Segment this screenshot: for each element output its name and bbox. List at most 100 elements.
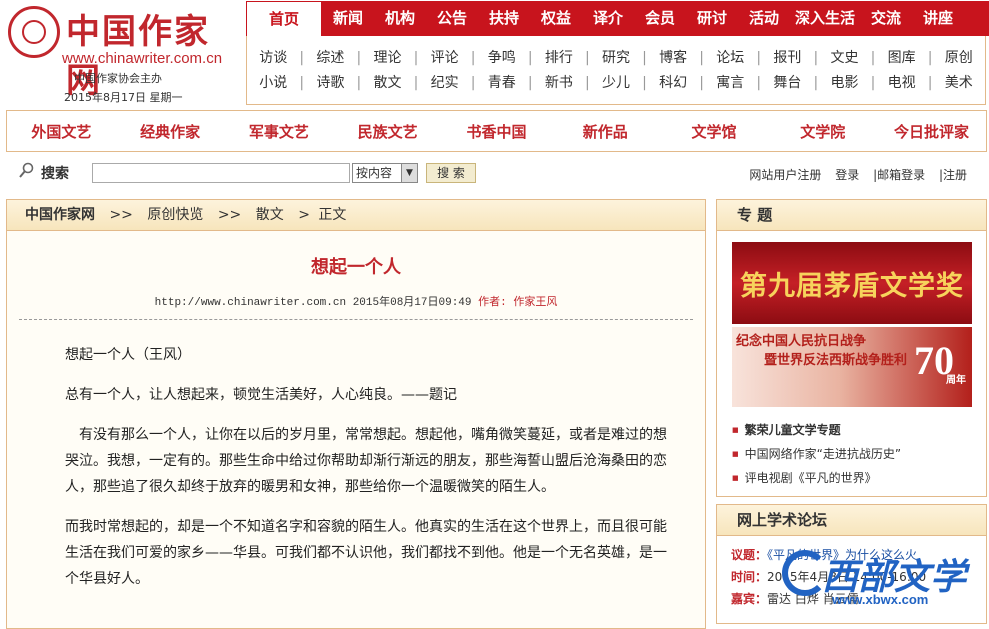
- search-label: 搜索: [41, 166, 69, 182]
- breadcrumb-separator: >: [298, 207, 310, 223]
- subnav-item[interactable]: 散文: [361, 71, 413, 95]
- user-links: 网站用户注册 登录 |邮箱登录 |注册: [739, 166, 967, 183]
- subnav-item[interactable]: 综述: [304, 46, 356, 70]
- nav-item[interactable]: 会员: [634, 1, 686, 36]
- article-body: 想起一个人（王风） 总有一个人，让人想起来，顿觉生活美好，人心纯良。——题记 有…: [7, 320, 705, 592]
- subnav-item[interactable]: 科幻: [647, 71, 699, 95]
- nav-item[interactable]: 首页: [246, 1, 322, 36]
- article-paragraph: 而我时常想起的，却是一个不知道名字和容貌的陌生人。他真实的生活在这个世界上，而且…: [65, 519, 667, 587]
- subnav-item[interactable]: 图库: [875, 46, 927, 70]
- article-panel: 中国作家网 >> 原创快览 >> 散文 > 正文 想起一个人 http://ww…: [6, 199, 706, 629]
- signup-link[interactable]: |注册: [939, 168, 967, 182]
- search-input[interactable]: [92, 163, 350, 183]
- anniversary-banner[interactable]: 纪念中国人民抗日战争 暨世界反法西斯战争胜利 70 周年: [732, 327, 972, 407]
- subnav-item[interactable]: 电影: [818, 71, 870, 95]
- logo-host: 中国作家协会主办: [74, 72, 162, 85]
- channel-item[interactable]: 军事文艺: [225, 121, 334, 142]
- channel-item[interactable]: 外国文艺: [7, 121, 116, 142]
- site-logo[interactable]: 中国作家网 www.chinawriter.com.cn 中国作家协会主办 20…: [6, 4, 242, 104]
- subnav-item[interactable]: 论坛: [704, 46, 756, 70]
- subnav-item[interactable]: 青春: [476, 71, 528, 95]
- mao-dun-award-banner[interactable]: 第九届茅盾文学奖: [732, 242, 972, 324]
- channel-item[interactable]: 新作品: [551, 121, 660, 142]
- site-header: 中国作家网 www.chinawriter.com.cn 中国作家协会主办 20…: [0, 0, 989, 108]
- subnav-item[interactable]: 纪实: [418, 71, 470, 95]
- topic-link[interactable]: 中国网络作家“走进抗战历史”: [732, 442, 901, 466]
- channel-item[interactable]: 文学院: [768, 121, 877, 142]
- subnav-item[interactable]: 报刊: [761, 46, 813, 70]
- forum-box-title: 网上学术论坛: [717, 505, 986, 536]
- banner-line: 暨世界反法西斯战争胜利: [764, 353, 908, 368]
- banner-suffix: 周年: [946, 375, 966, 386]
- subnav-item[interactable]: 博客: [647, 46, 699, 70]
- breadcrumb-original[interactable]: 原创快览: [147, 207, 203, 223]
- subnav-item[interactable]: 小说: [247, 71, 299, 95]
- topic-link[interactable]: 繁荣儿童文学专题: [732, 418, 901, 442]
- article-paragraph: 想起一个人（王风）: [65, 347, 191, 363]
- subnav-item[interactable]: 争鸣: [476, 46, 528, 70]
- chevron-down-icon: ▼: [401, 164, 417, 182]
- topic-links: 繁荣儿童文学专题中国网络作家“走进抗战历史”评电视剧《平凡的世界》: [732, 418, 901, 490]
- channel-item[interactable]: 民族文艺: [333, 121, 442, 142]
- article-author[interactable]: 作者: 作家王风: [478, 297, 557, 309]
- login-link[interactable]: 登录: [835, 168, 859, 182]
- channel-item[interactable]: 文学馆: [660, 121, 769, 142]
- nav-item[interactable]: 公告: [426, 1, 478, 36]
- subnav-item[interactable]: 理论: [361, 46, 413, 70]
- subnav-item[interactable]: 访谈: [247, 46, 299, 70]
- channel-item[interactable]: 经典作家: [116, 121, 225, 142]
- forum-row-label: 时间：: [731, 570, 768, 584]
- subnav-item[interactable]: 电视: [875, 71, 927, 95]
- topic-link[interactable]: 评电视剧《平凡的世界》: [732, 466, 901, 490]
- breadcrumb-prose[interactable]: 散文: [256, 207, 284, 223]
- search-icon: [19, 162, 34, 178]
- subnav-item[interactable]: 新书: [533, 71, 585, 95]
- search-scope-value: 按内容: [356, 166, 393, 180]
- subnav-item[interactable]: 排行: [533, 46, 585, 70]
- topic-box: 专 题 第九届茅盾文学奖 纪念中国人民抗日战争 暨世界反法西斯战争胜利 70 周…: [716, 199, 987, 497]
- main-nav: 首页 新闻 机构 公告 扶持 权益 译介 会员 研讨 活动 深入生活 交流 讲座: [246, 1, 989, 36]
- watermark-url: www.xbwx.com: [832, 592, 929, 607]
- search-button[interactable]: 搜 索: [426, 163, 476, 183]
- nav-item[interactable]: 研讨: [686, 1, 738, 36]
- subnav-item[interactable]: 寓言: [704, 71, 756, 95]
- subnav-item[interactable]: 研究: [590, 46, 642, 70]
- breadcrumb: 中国作家网 >> 原创快览 >> 散文 > 正文: [7, 200, 705, 231]
- mail-login-link[interactable]: |邮箱登录: [873, 168, 925, 182]
- nav-item[interactable]: 交流: [860, 1, 912, 36]
- sub-nav: 访谈 | 综述 | 理论 | 评论 | 争鸣 | 排行 | 研究 | 博客 | 论坛 | 报刊 | 文史 | 图库 | 原创 小…: [246, 36, 986, 105]
- nav-item[interactable]: 深入生活: [790, 1, 860, 36]
- nav-item[interactable]: 活动: [738, 1, 790, 36]
- nav-item[interactable]: 译介: [582, 1, 634, 36]
- nav-item[interactable]: 讲座: [912, 1, 964, 36]
- current-date: 2015年8月17日 星期一: [64, 91, 183, 104]
- subnav-item[interactable]: 舞台: [761, 71, 813, 95]
- subnav-item[interactable]: 原创: [933, 46, 985, 70]
- breadcrumb-home[interactable]: 中国作家网: [25, 207, 95, 223]
- topic-box-title: 专 题: [717, 200, 986, 231]
- subnav-item[interactable]: 少儿: [590, 71, 642, 95]
- breadcrumb-separator: >>: [217, 207, 242, 223]
- subnav-item[interactable]: 评论: [418, 46, 470, 70]
- article-paragraph: 总有一个人，让人想起来，顿觉生活美好，人心纯良。——题记: [65, 387, 457, 403]
- register-link[interactable]: 网站用户注册: [749, 168, 821, 182]
- article-meta: http://www.chinawriter.com.cn 2015年08月17…: [7, 293, 705, 309]
- search-bar: 搜索 按内容 ▼ 搜 索 网站用户注册 登录 |邮箱登录 |注册: [6, 158, 987, 188]
- search-scope-select[interactable]: 按内容 ▼: [352, 163, 418, 183]
- banner-line: 纪念中国人民抗日战争: [736, 334, 867, 349]
- channel-bar: 外国文艺 经典作家 军事文艺 民族文艺 书香中国 新作品 文学馆 文学院 今日批评家: [6, 110, 987, 152]
- breadcrumb-separator: >>: [109, 207, 133, 223]
- subnav-item[interactable]: 文史: [818, 46, 870, 70]
- channel-item[interactable]: 今日批评家: [877, 121, 986, 142]
- nav-item[interactable]: 权益: [530, 1, 582, 36]
- nav-item[interactable]: 机构: [374, 1, 426, 36]
- writers-association-seal-icon: [8, 6, 60, 58]
- nav-item[interactable]: 新闻: [322, 1, 374, 36]
- banner-text: 第九届茅盾文学奖: [740, 271, 964, 302]
- subnav-item[interactable]: 诗歌: [304, 71, 356, 95]
- nav-item[interactable]: 扶持: [478, 1, 530, 36]
- subnav-item[interactable]: 美术: [933, 71, 985, 95]
- watermark-logo: 西部文学 www.xbwx.com: [782, 548, 982, 614]
- channel-item[interactable]: 书香中国: [442, 121, 551, 142]
- forum-row-label: 议题：: [731, 548, 768, 562]
